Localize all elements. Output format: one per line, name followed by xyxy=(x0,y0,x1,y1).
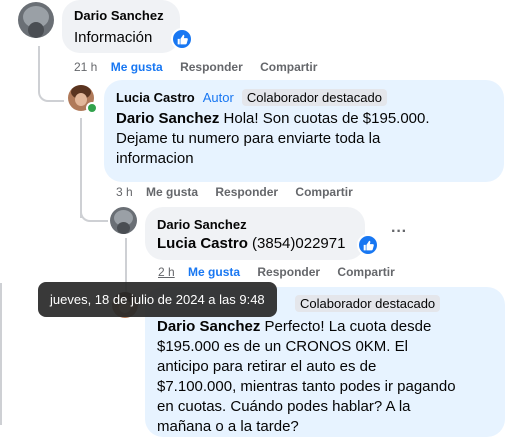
like-button[interactable]: Me gusta xyxy=(111,60,163,74)
like-button[interactable]: Me gusta xyxy=(146,185,198,199)
comment-timestamp[interactable]: 2 h xyxy=(158,265,175,279)
like-button[interactable]: Me gusta xyxy=(188,265,240,279)
comment-author[interactable]: Dario Sanchez xyxy=(157,217,247,232)
avatar[interactable] xyxy=(18,2,54,38)
thumbs-up-icon xyxy=(177,34,188,44)
share-button[interactable]: Compartir xyxy=(295,185,352,199)
comment-text: Lucia Castro (3854)022971 xyxy=(157,234,345,254)
comment-actions: 2 h Me gusta Responder Compartir xyxy=(158,265,409,279)
like-reaction-badge[interactable] xyxy=(171,28,193,50)
thread-connector xyxy=(38,80,64,102)
comment-bubble: Lucia Castro Autor Colaborador destacado… xyxy=(104,80,504,182)
comment-text: Información xyxy=(74,29,153,46)
comment-body: Perfecto! La cuota desde $195.000 es de … xyxy=(157,318,456,435)
top-contributor-badge[interactable]: Colaborador destacado xyxy=(241,89,387,106)
comment-actions: 3 h Me gusta Responder Compartir xyxy=(116,185,367,199)
share-button[interactable]: Compartir xyxy=(260,60,317,74)
comment-bubble: Dario Sanchez Lucia Castro (3854)022971 xyxy=(145,207,365,260)
thread-line xyxy=(0,283,2,425)
timestamp-tooltip: jueves, 18 de julio de 2024 a las 9:48 xyxy=(38,282,277,317)
comment-timestamp[interactable]: 3 h xyxy=(116,185,133,199)
comment-text: Dario Sanchez Hola! Son cuotas de $195.0… xyxy=(116,109,456,169)
thread-connector xyxy=(80,200,108,222)
reply-button[interactable]: Responder xyxy=(180,60,243,74)
comment-body: (3854)022971 xyxy=(247,235,346,252)
online-status-indicator xyxy=(86,102,98,114)
top-contributor-badge[interactable]: Colaborador destacado xyxy=(295,295,441,312)
mention-link[interactable]: Dario Sanchez xyxy=(157,318,260,335)
more-options-icon[interactable]: ··· xyxy=(391,223,407,241)
comment-actions: 21 h Me gusta Responder Compartir xyxy=(74,60,331,74)
reply-button[interactable]: Responder xyxy=(257,265,320,279)
avatar[interactable] xyxy=(110,207,137,234)
comment-timestamp[interactable]: 21 h xyxy=(74,60,97,74)
comment-text: Dario Sanchez Perfecto! La cuota desde $… xyxy=(157,317,457,437)
comment-bubble: Dario Sanchez Información xyxy=(62,0,180,53)
mention-link[interactable]: Lucia Castro xyxy=(157,235,248,252)
comment-author[interactable]: Lucia Castro xyxy=(116,90,195,105)
reply-button[interactable]: Responder xyxy=(215,185,278,199)
like-reaction-badge[interactable] xyxy=(357,234,379,256)
thumbs-up-icon xyxy=(363,240,374,250)
author-tag: Autor xyxy=(202,90,234,105)
mention-link[interactable]: Dario Sanchez xyxy=(116,110,219,127)
comment-author[interactable]: Dario Sanchez xyxy=(74,8,164,23)
share-button[interactable]: Compartir xyxy=(337,265,394,279)
